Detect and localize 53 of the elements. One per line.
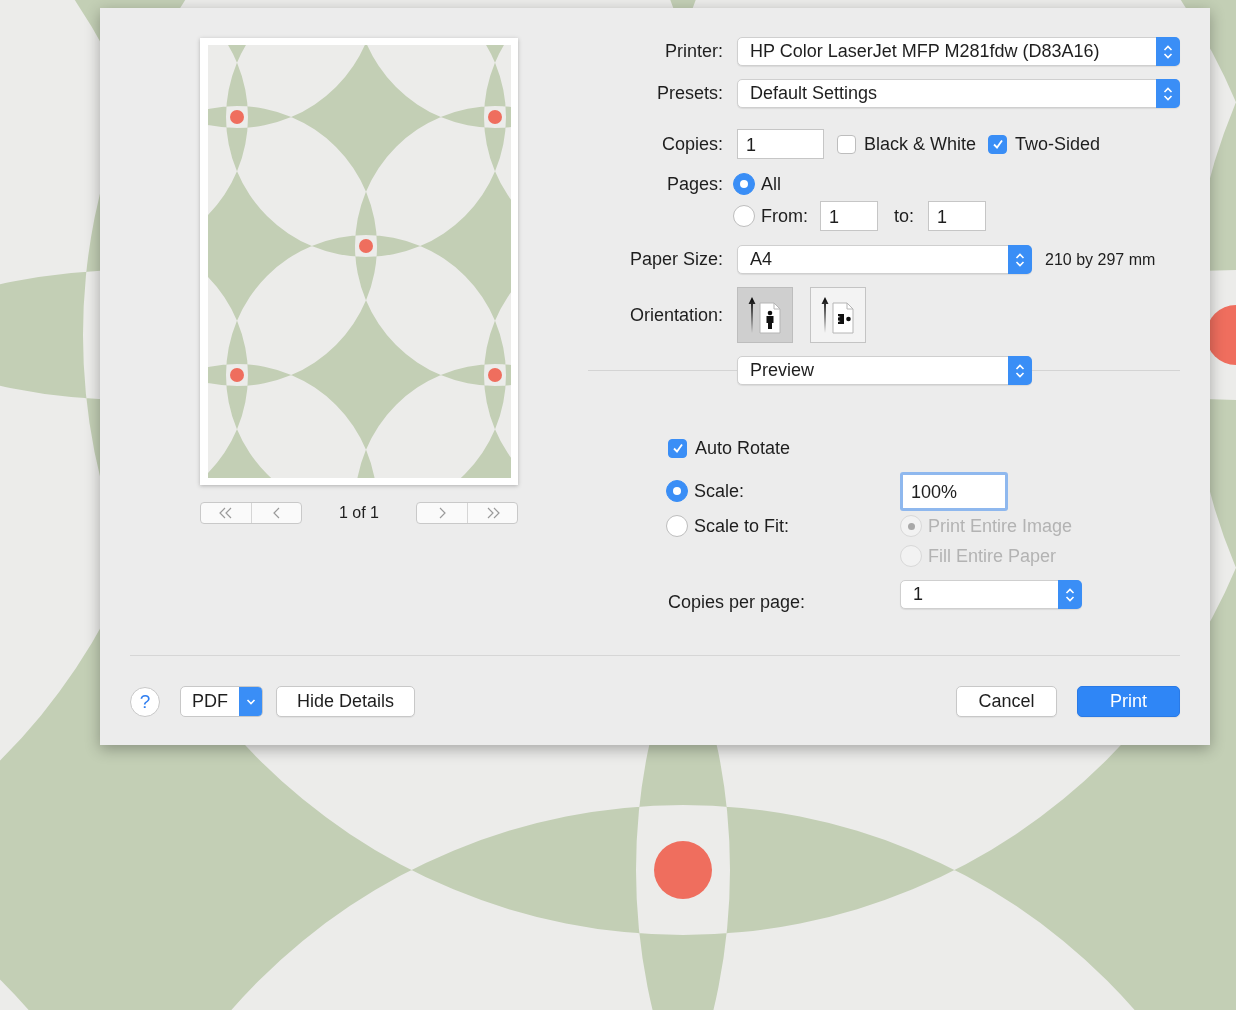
landscape-button[interactable] — [810, 287, 866, 343]
from-page-field[interactable]: 1 — [820, 201, 878, 231]
radio-label: All — [761, 173, 781, 195]
radio-button[interactable] — [666, 515, 688, 537]
radio-label: Fill Entire Paper — [928, 545, 1057, 567]
pdf-menu-button[interactable]: PDF — [180, 686, 263, 717]
copies-field[interactable]: 1 — [737, 129, 824, 159]
checkbox[interactable] — [837, 134, 856, 154]
cancel-button[interactable]: Cancel — [956, 686, 1057, 717]
field-label: Paper Size: — [628, 249, 723, 270]
checkbox[interactable] — [668, 438, 687, 458]
radio-button[interactable] — [733, 173, 755, 195]
stepper-arrows-icon — [1015, 251, 1025, 268]
field-label: Copies per page: — [668, 592, 806, 613]
checkmark-icon — [991, 138, 1004, 150]
radio-label: Print Entire Image — [928, 515, 1073, 537]
checkbox-label: Two-Sided — [1015, 133, 1101, 155]
radio-button[interactable] — [733, 205, 755, 227]
landscape-page-icon — [821, 295, 855, 335]
radio-label: Scale: — [694, 480, 745, 502]
presets-dropdown[interactable]: Default Settings — [737, 79, 1180, 108]
paper-size-dropdown[interactable]: A4 — [737, 245, 1032, 274]
checkmark-icon — [671, 442, 684, 454]
field-label: Pages: — [665, 173, 723, 195]
paper-dimensions: 210 by 297 mm — [1045, 250, 1156, 269]
radio-label: Scale to Fit: — [694, 515, 790, 537]
hide-details-button[interactable]: Hide Details — [276, 686, 416, 717]
print-options-menu[interactable]: Preview — [737, 356, 1032, 385]
field-label: Orientation: — [628, 304, 723, 326]
field-label: Copies: — [660, 133, 723, 155]
field-label: to: — [894, 205, 914, 227]
checkbox-label: Black & White — [864, 133, 977, 155]
stepper-arrows-icon — [1163, 85, 1173, 102]
checkbox-label: Auto Rotate — [695, 437, 791, 459]
stepper-arrows-icon — [1163, 43, 1173, 60]
to-page-field[interactable]: 1 — [928, 201, 986, 231]
scale-field[interactable]: 100% — [900, 471, 1008, 511]
radio-button[interactable] — [666, 480, 688, 502]
print-button[interactable]: Print — [1077, 686, 1180, 717]
stepper-arrows-icon — [1015, 362, 1025, 379]
field-label: Printer: — [663, 41, 723, 62]
wallpaper-dot — [654, 841, 712, 899]
help-button[interactable]: ? — [130, 686, 160, 717]
printer-dropdown[interactable]: HP Color LaserJet MFP M281fdw (D83A16) — [737, 37, 1180, 66]
field-label: Presets: — [655, 83, 723, 104]
portrait-button[interactable] — [737, 287, 793, 343]
page-counter: 1 of 1 — [339, 504, 379, 522]
checkbox[interactable] — [988, 134, 1008, 154]
radio-label: From: — [761, 205, 808, 227]
chevron-down-icon — [245, 697, 256, 706]
portrait-page-icon — [748, 295, 782, 335]
copies-per-page-dropdown[interactable]: 1 — [900, 580, 1082, 609]
stepper-arrows-icon — [1065, 586, 1075, 603]
